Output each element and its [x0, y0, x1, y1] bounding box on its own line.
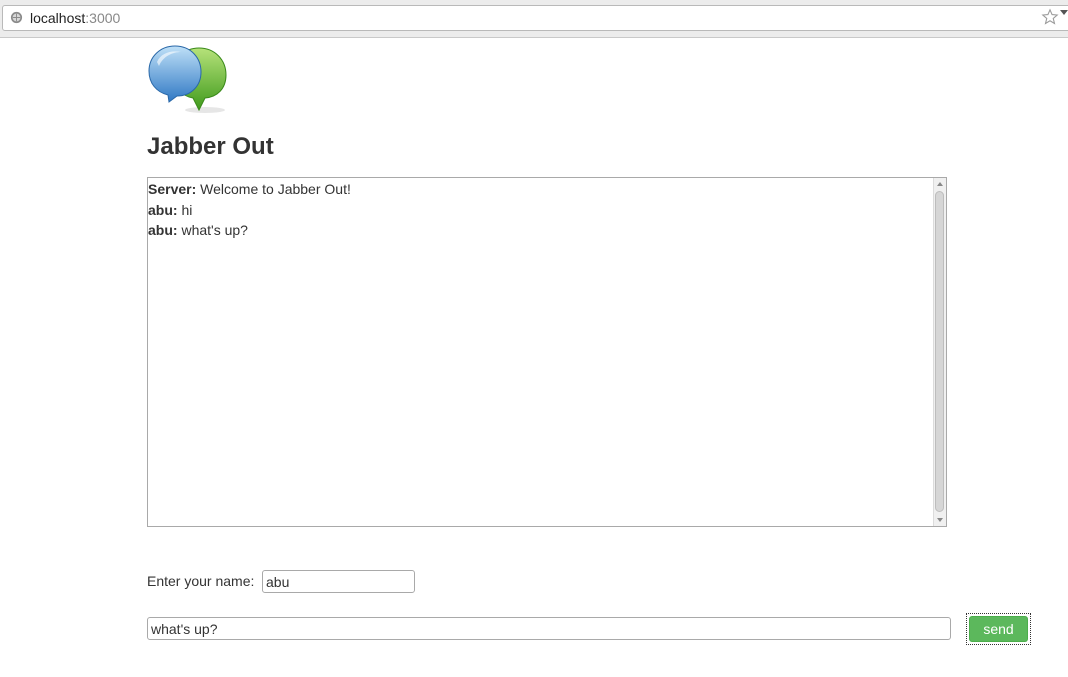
- send-button[interactable]: send: [969, 616, 1028, 642]
- browser-toolbar: localhost:3000: [0, 0, 1068, 38]
- scroll-up-icon[interactable]: [937, 182, 943, 186]
- chat-message: abu: hi: [148, 200, 932, 221]
- url-host: localhost: [30, 10, 86, 26]
- chat-message: abu: what's up?: [148, 220, 932, 241]
- message-input[interactable]: [147, 617, 951, 640]
- scroll-thumb[interactable]: [935, 191, 944, 512]
- chat-log[interactable]: Server: Welcome to Jabber Out! abu: hi a…: [147, 177, 947, 527]
- url-text: localhost:3000: [30, 10, 120, 26]
- name-input[interactable]: [262, 570, 415, 593]
- url-port: :3000: [85, 10, 121, 26]
- star-icon[interactable]: [1041, 8, 1059, 26]
- chat-scrollbar[interactable]: [933, 178, 946, 526]
- globe-icon: [10, 11, 23, 24]
- name-label: Enter your name:: [147, 573, 255, 589]
- message-text: what's up?: [177, 222, 248, 238]
- message-sender: abu:: [148, 201, 178, 218]
- chat-bubbles-logo: [148, 45, 227, 113]
- message-text: hi: [177, 201, 193, 218]
- message-sender: abu:: [148, 222, 178, 238]
- chevron-down-icon[interactable]: [1060, 10, 1068, 15]
- send-button-focus-ring: send: [966, 613, 1031, 645]
- scroll-down-icon[interactable]: [937, 518, 943, 522]
- message-list: Server: Welcome to Jabber Out! abu: hi a…: [148, 179, 932, 241]
- address-bar[interactable]: localhost:3000: [2, 5, 1068, 31]
- message-sender: Server:: [148, 181, 197, 197]
- chat-message: Server: Welcome to Jabber Out!: [148, 179, 932, 200]
- page-title: Jabber Out: [147, 133, 274, 160]
- message-text: Welcome to Jabber Out!: [196, 181, 351, 197]
